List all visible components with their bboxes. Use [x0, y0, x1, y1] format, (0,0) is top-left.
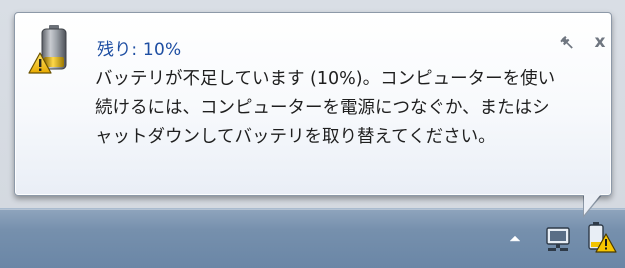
battery-warning-icon — [27, 23, 77, 79]
notification-message: バッテリが不足しています (10%)。コンピューターを使い続けるには、コンピュー… — [95, 69, 556, 147]
balloon-pointer-inner — [584, 194, 601, 215]
taskbar — [0, 208, 625, 268]
network-icon[interactable] — [544, 222, 574, 254]
notification-controls: x — [559, 31, 609, 53]
close-button[interactable]: x — [591, 33, 609, 51]
show-hidden-icons-arrow[interactable] — [507, 230, 523, 244]
wrench-icon[interactable] — [559, 33, 577, 51]
notification-title: 残り: 10% — [97, 40, 182, 60]
battery-warning-icon[interactable] — [584, 220, 618, 254]
notification-balloon[interactable]: 残り: 10% バッテリが不足しています (10%)。コンピューターを使い続ける… — [14, 12, 612, 196]
